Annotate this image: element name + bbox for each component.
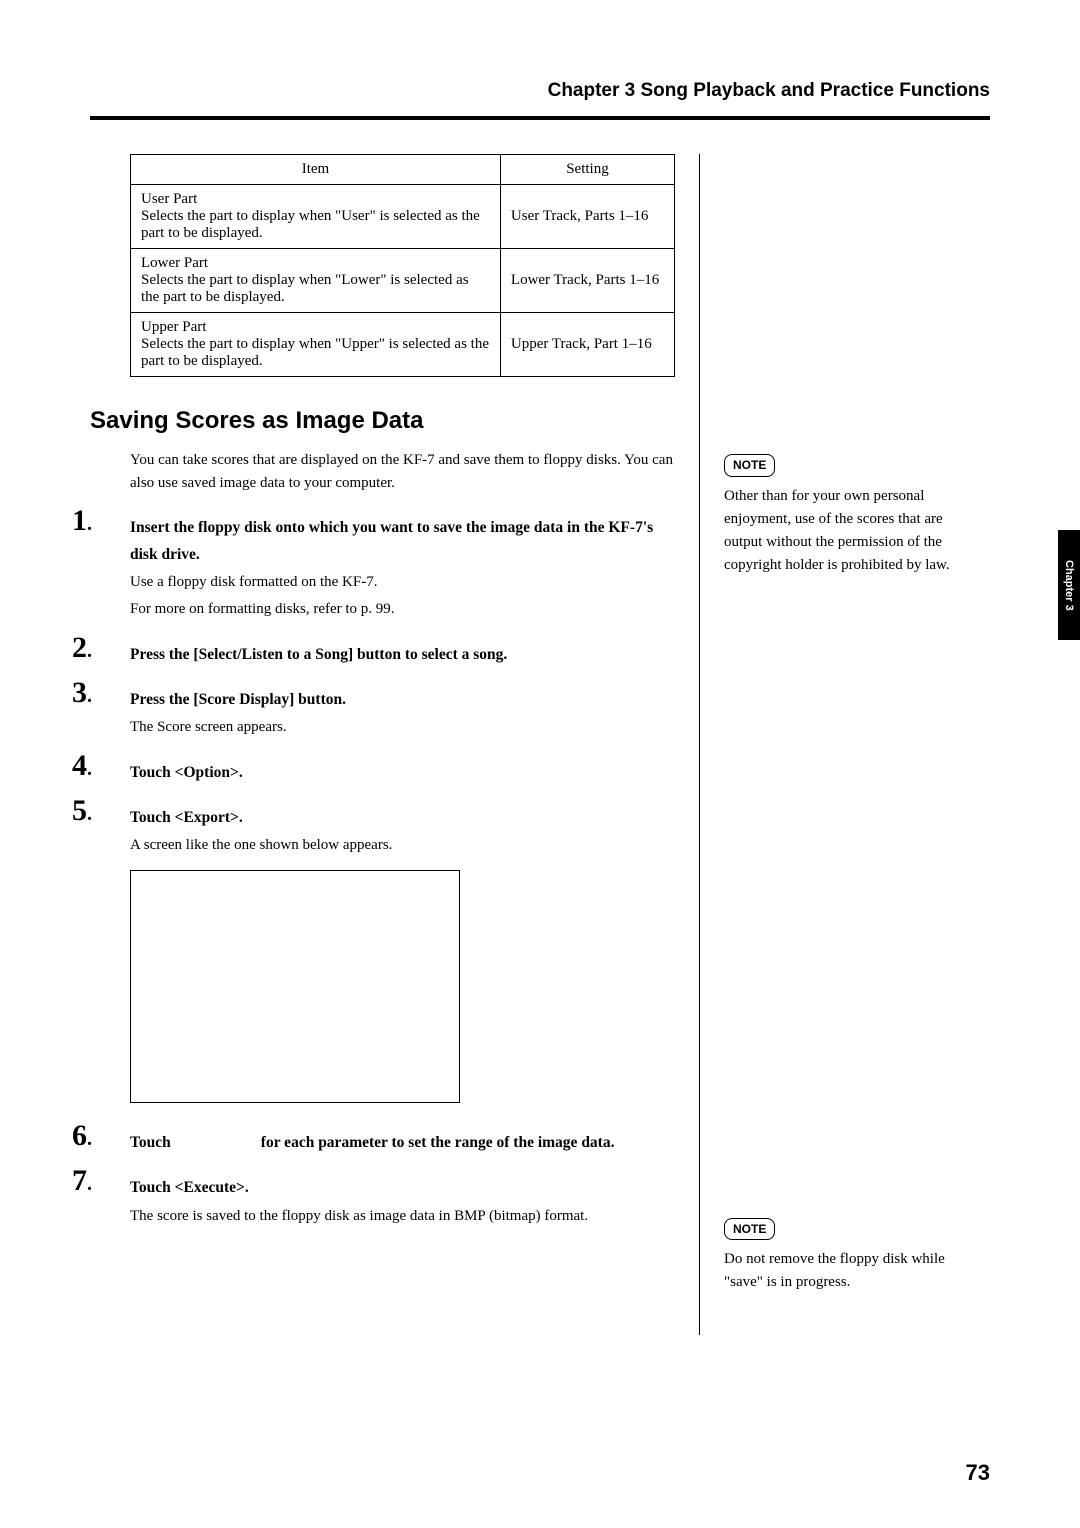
note-block-2: NOTE Do not remove the floppy disk while… — [724, 1218, 960, 1295]
step-2: 2. Press the [Select/Listen to a Song] b… — [130, 641, 675, 668]
step-instruction: Touch <Execute>. — [130, 1174, 675, 1201]
step-instruction: Touch <Export>. — [130, 804, 675, 831]
row-setting: User Track, Parts 1–16 — [500, 185, 674, 249]
row-title: Upper Part — [141, 319, 490, 336]
step-instruction: Touchfor each parameter to set the range… — [130, 1129, 675, 1156]
row-title: User Part — [141, 191, 490, 208]
step-3: 3. Press the [Score Display] button. The… — [130, 686, 675, 741]
note-block-1: NOTE Other than for your own personal en… — [724, 454, 960, 578]
row-desc: Selects the part to display when "Lower"… — [141, 272, 490, 306]
settings-table: Item Setting User Part Selects the part … — [130, 154, 675, 377]
step-number: 2. — [72, 631, 92, 665]
sidebar-column: NOTE Other than for your own personal en… — [700, 154, 960, 1335]
step-number: 1. — [72, 504, 92, 538]
step-number: 6. — [72, 1119, 92, 1153]
step-5: 5. Touch <Export>. A screen like the one… — [130, 804, 675, 1104]
step-instruction: Insert the floppy disk onto which you wa… — [130, 514, 675, 568]
note-text: Other than for your own personal enjoyme… — [724, 485, 960, 578]
note-text: Do not remove the floppy disk while "sav… — [724, 1248, 960, 1295]
row-title: Lower Part — [141, 255, 490, 272]
table-header-item: Item — [131, 155, 501, 185]
step-detail: The Score screen appears. — [130, 715, 675, 741]
step-number: 3. — [72, 676, 92, 710]
section-intro: You can take scores that are displayed o… — [130, 449, 675, 496]
step-instruction: Press the [Score Display] button. — [130, 686, 675, 713]
page-number: 73 — [966, 1460, 990, 1486]
main-column: Item Setting User Part Selects the part … — [90, 154, 700, 1335]
screenshot-placeholder — [130, 870, 460, 1103]
note-label: NOTE — [724, 1218, 775, 1241]
table-row: Lower Part Selects the part to display w… — [131, 249, 675, 313]
row-desc: Selects the part to display when "Upper"… — [141, 336, 490, 370]
row-setting: Upper Track, Part 1–16 — [500, 313, 674, 377]
step-1: 1. Insert the floppy disk onto which you… — [130, 514, 675, 623]
section-title: Saving Scores as Image Data — [90, 407, 675, 435]
step-number: 7. — [72, 1164, 92, 1198]
table-header-setting: Setting — [500, 155, 674, 185]
chapter-tab: Chapter 3 — [1058, 530, 1080, 640]
step-instruction: Press the [Select/Listen to a Song] butt… — [130, 641, 675, 668]
table-row: Upper Part Selects the part to display w… — [131, 313, 675, 377]
step-6: 6. Touchfor each parameter to set the ra… — [130, 1129, 675, 1156]
table-row: User Part Selects the part to display wh… — [131, 185, 675, 249]
row-setting: Lower Track, Parts 1–16 — [500, 249, 674, 313]
header-rule — [90, 116, 990, 120]
step-number: 5. — [72, 794, 92, 828]
note-label: NOTE — [724, 454, 775, 477]
step-detail: Use a floppy disk formatted on the KF-7. — [130, 570, 675, 596]
chapter-header: Chapter 3 Song Playback and Practice Fun… — [90, 80, 990, 116]
step-instruction: Touch <Option>. — [130, 759, 675, 786]
step-detail: A screen like the one shown below appear… — [130, 833, 675, 859]
content-area: Item Setting User Part Selects the part … — [90, 154, 990, 1335]
step-detail: For more on formatting disks, refer to p… — [130, 597, 675, 623]
step-7: 7. Touch <Execute>. The score is saved t… — [130, 1174, 675, 1229]
row-desc: Selects the part to display when "User" … — [141, 208, 490, 242]
step-4: 4. Touch <Option>. — [130, 759, 675, 786]
step-number: 4. — [72, 749, 92, 783]
step-detail: The score is saved to the floppy disk as… — [130, 1204, 675, 1230]
